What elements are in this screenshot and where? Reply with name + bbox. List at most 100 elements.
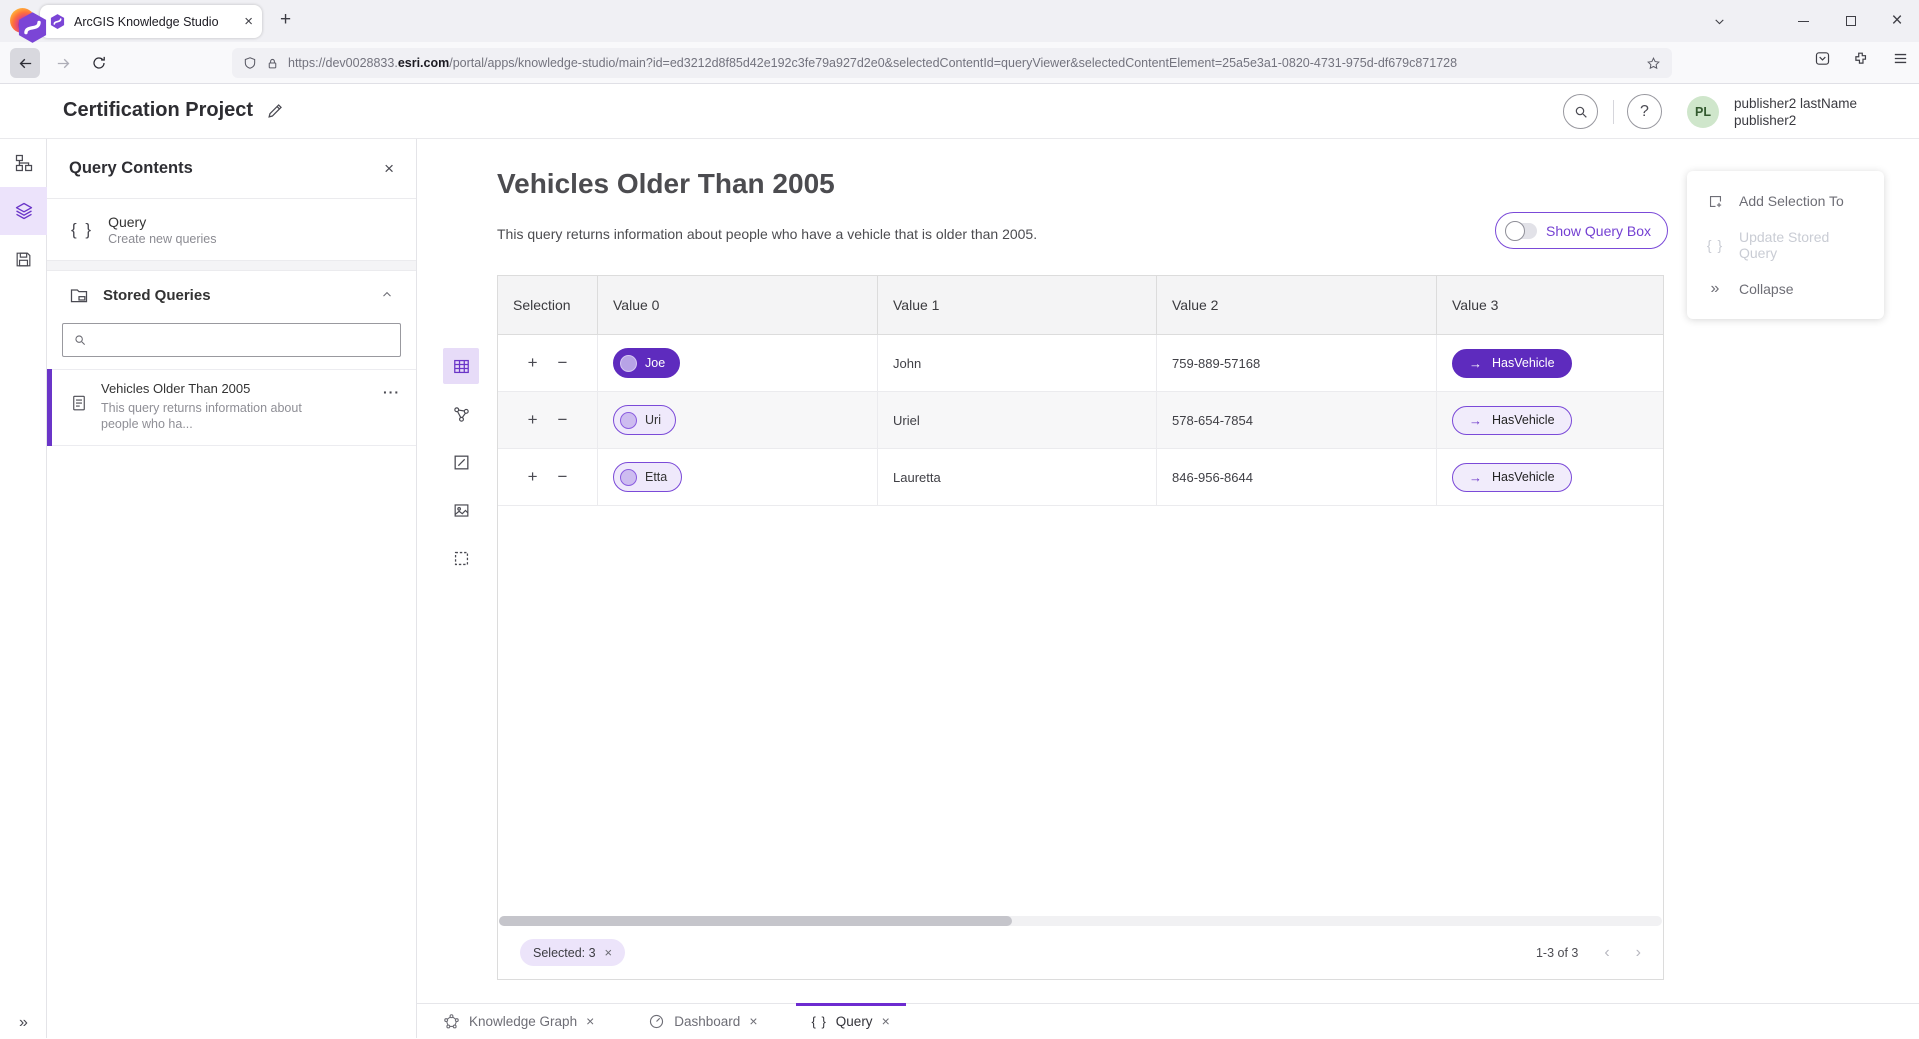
edit-title-button[interactable] xyxy=(266,101,285,120)
forward-arrow-icon xyxy=(55,55,72,72)
link-chart-view-button[interactable] xyxy=(443,396,479,432)
content-tab-bar: Knowledge Graph × Dashboard × { } Query … xyxy=(417,1003,1919,1038)
expand-rail-button[interactable]: » xyxy=(0,1014,47,1032)
image-view-button[interactable] xyxy=(443,492,479,528)
lock-icon xyxy=(266,57,279,70)
network-graph-icon xyxy=(443,1013,460,1030)
maximize-button[interactable] xyxy=(1834,0,1868,42)
extensions-button[interactable] xyxy=(1852,50,1869,67)
prev-page-button[interactable]: ‹ xyxy=(1604,944,1609,962)
project-title: Certification Project xyxy=(63,99,253,122)
show-query-box-toggle[interactable]: Show Query Box xyxy=(1495,212,1668,249)
menu-item-update-stored-query[interactable]: { } Update Stored Query xyxy=(1687,223,1884,267)
panel-title: Query Contents xyxy=(69,159,384,178)
reload-button[interactable] xyxy=(84,48,114,78)
entity-dot-icon xyxy=(620,469,637,486)
chevron-down-icon xyxy=(1713,15,1726,28)
more-options-icon[interactable]: ··· xyxy=(383,384,400,400)
layers-icon xyxy=(14,201,34,221)
rail-contents-button[interactable] xyxy=(0,187,47,235)
back-button[interactable] xyxy=(10,48,40,78)
entity-pill[interactable]: Uri xyxy=(613,405,676,435)
braces-icon: { } xyxy=(71,220,93,240)
selected-count-chip[interactable]: Selected: 3 × xyxy=(520,939,625,966)
user-name: publisher2 lastName xyxy=(1734,95,1857,112)
table-row: + − Joe John 759-889-57168 →HasVehicle xyxy=(498,335,1663,392)
table-view-button[interactable] xyxy=(443,348,479,384)
browser-tab[interactable]: ArcGIS Knowledge Studio × xyxy=(40,5,262,38)
tab-close-icon[interactable]: × xyxy=(586,1014,594,1028)
column-header-value1: Value 1 xyxy=(878,276,1157,334)
minimize-button[interactable] xyxy=(1786,0,1820,42)
help-button[interactable]: ? xyxy=(1627,94,1662,129)
new-tab-button[interactable]: + xyxy=(280,9,291,31)
rail-project-button[interactable] xyxy=(0,139,47,187)
results-table: Selection Value 0 Value 1 Value 2 Value … xyxy=(497,275,1664,980)
horizontal-scrollbar[interactable] xyxy=(499,916,1662,926)
chart-view-button[interactable] xyxy=(443,444,479,480)
menu-item-add-selection-to[interactable]: Add Selection To xyxy=(1687,179,1884,223)
scrollbar-thumb[interactable] xyxy=(499,916,1012,926)
query-item-title: Query xyxy=(108,214,216,230)
cell-phone: 578-654-7854 xyxy=(1157,392,1437,448)
stored-query-search[interactable] xyxy=(62,323,401,357)
panel-divider xyxy=(47,261,416,271)
browser-tabstrip: ArcGIS Knowledge Studio × + × xyxy=(0,0,1919,42)
window-close-button[interactable]: × xyxy=(1880,0,1914,42)
forward-button[interactable] xyxy=(48,48,78,78)
clear-selection-icon[interactable]: × xyxy=(605,945,613,960)
entity-pill[interactable]: Joe xyxy=(613,348,680,378)
braces-icon: { } xyxy=(1705,237,1725,253)
stored-query-item[interactable]: Vehicles Older Than 2005 This query retu… xyxy=(47,369,416,446)
selection-tools-button[interactable] xyxy=(443,540,479,576)
new-query-item[interactable]: { } Query Create new queries xyxy=(47,199,416,261)
page-description: This query returns information about peo… xyxy=(497,226,1037,242)
pencil-icon xyxy=(266,101,285,120)
tab-close-icon[interactable]: × xyxy=(882,1014,890,1028)
panel-close-icon[interactable]: × xyxy=(384,159,394,179)
toggle-switch[interactable] xyxy=(1507,223,1537,239)
add-selection-icon[interactable]: + xyxy=(528,410,538,430)
entity-pill[interactable]: Etta xyxy=(613,462,682,492)
show-query-box-label: Show Query Box xyxy=(1546,223,1651,239)
selected-count-label: Selected: 3 xyxy=(533,946,596,960)
user-avatar[interactable]: PL xyxy=(1687,96,1719,128)
hamburger-menu-icon xyxy=(1892,50,1909,67)
rail-save-button[interactable] xyxy=(0,235,47,283)
add-selection-icon[interactable]: + xyxy=(528,467,538,487)
table-empty-area xyxy=(498,506,1663,916)
collapse-section-button[interactable] xyxy=(380,288,394,302)
arrow-right-icon: → xyxy=(1469,413,1482,428)
remove-selection-icon[interactable]: − xyxy=(558,467,568,487)
query-item-subtitle: Create new queries xyxy=(108,232,216,246)
add-selection-icon[interactable]: + xyxy=(528,353,538,373)
relationship-pill[interactable]: →HasVehicle xyxy=(1452,349,1572,378)
document-icon xyxy=(70,394,88,412)
list-tabs-button[interactable] xyxy=(1702,0,1736,42)
menu-item-collapse[interactable]: » Collapse xyxy=(1687,267,1884,311)
column-header-selection: Selection xyxy=(498,276,598,334)
stored-query-desc: This query returns information aboutpeop… xyxy=(101,400,302,432)
pocket-button[interactable] xyxy=(1814,50,1831,67)
next-page-button[interactable]: › xyxy=(1636,944,1641,962)
tab-knowledge-graph[interactable]: Knowledge Graph × xyxy=(427,1004,610,1039)
relationship-pill[interactable]: →HasVehicle xyxy=(1452,406,1572,435)
tab-close-icon[interactable]: × xyxy=(244,14,253,29)
relationship-pill[interactable]: →HasVehicle xyxy=(1452,463,1572,492)
url-bar[interactable]: https://dev0028833.esri.com/portal/apps/… xyxy=(232,48,1672,78)
tab-query[interactable]: { } Query × xyxy=(796,1004,906,1039)
tab-dashboard[interactable]: Dashboard × xyxy=(632,1004,773,1039)
add-to-icon xyxy=(1705,193,1725,210)
remove-selection-icon[interactable]: − xyxy=(558,410,568,430)
search-input[interactable] xyxy=(96,333,390,348)
cell-name: Uriel xyxy=(878,392,1157,448)
table-header-row: Selection Value 0 Value 1 Value 2 Value … xyxy=(498,276,1663,335)
user-info[interactable]: publisher2 lastName publisher2 xyxy=(1734,95,1857,129)
table-row: + − Uri Uriel 578-654-7854 →HasVehicle xyxy=(498,392,1663,449)
search-button[interactable] xyxy=(1563,94,1598,129)
tab-close-icon[interactable]: × xyxy=(749,1014,757,1028)
remove-selection-icon[interactable]: − xyxy=(558,353,568,373)
bookmark-star-icon[interactable] xyxy=(1646,56,1661,71)
entity-dot-icon xyxy=(620,355,637,372)
browser-menu-button[interactable] xyxy=(1892,50,1909,67)
